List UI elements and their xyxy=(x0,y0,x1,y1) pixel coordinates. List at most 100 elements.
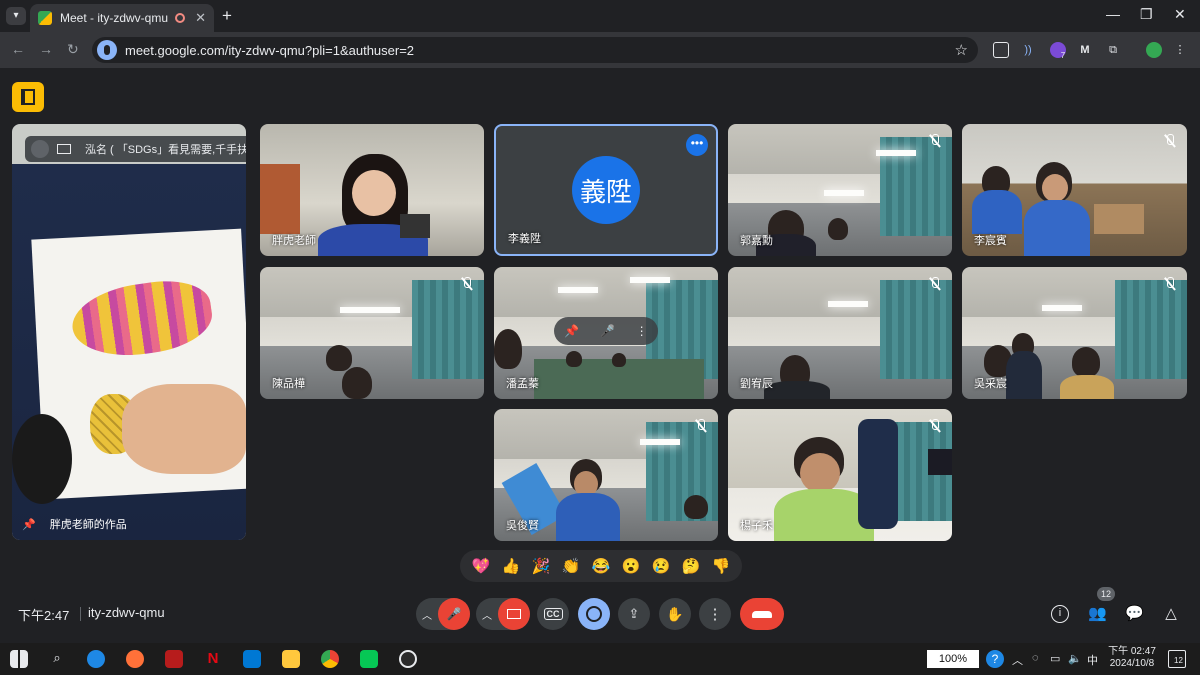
meeting-info-icon[interactable] xyxy=(12,82,44,112)
muted-mic-icon xyxy=(1163,277,1177,291)
participant-tile[interactable]: 楊子禾 xyxy=(728,409,952,541)
tab-title: Meet - ity-zdwv-qmu xyxy=(60,11,169,25)
participant-name: 李宸賓 xyxy=(974,235,1007,247)
bookmark-star-icon[interactable]: ☆ xyxy=(955,41,968,59)
participant-tile[interactable]: 吳采宸 xyxy=(962,267,1187,399)
reaction-heart[interactable]: 💖 xyxy=(472,557,491,575)
forward-icon[interactable]: → xyxy=(39,41,53,57)
help-icon[interactable]: ? xyxy=(986,650,1004,668)
reaction-laugh[interactable]: 😂 xyxy=(592,557,611,575)
broadcast-icon[interactable]: )) xyxy=(1020,42,1036,58)
raise-hand-button[interactable]: ✋ xyxy=(659,598,691,630)
extensions-puzzle-icon[interactable]: ⧉ xyxy=(1105,42,1121,58)
mic-off-button[interactable]: 🎤 xyxy=(438,598,470,630)
participant-tile[interactable]: 郭嘉勳 xyxy=(728,124,952,256)
url-text[interactable]: meet.google.com/ity-zdwv-qmu?pli=1&authu… xyxy=(125,43,955,58)
close-window-button[interactable]: ✕ xyxy=(1174,6,1186,23)
reaction-sad[interactable]: 😢 xyxy=(652,557,671,575)
reaction-party[interactable]: 🎉 xyxy=(532,557,551,575)
firefox-icon[interactable] xyxy=(126,650,144,668)
participant-tile[interactable]: 📌 🎤 ⋮ 潘孟蓁 xyxy=(494,267,718,399)
emoji-icon xyxy=(586,606,602,622)
captions-button[interactable]: CC xyxy=(537,598,569,630)
minimize-window-button[interactable]: — xyxy=(1106,6,1120,22)
browser-toolbar: ← → ↻ meet.google.com/ity-zdwv-qmu?pli=1… xyxy=(0,32,1200,68)
extension-badge-count: 7 xyxy=(1060,51,1066,60)
notification-count: 12 xyxy=(1174,656,1183,665)
meeting-details-icon[interactable]: i xyxy=(1051,605,1069,623)
address-bar[interactable]: meet.google.com/ity-zdwv-qmu?pli=1&authu… xyxy=(92,37,978,63)
volume-icon[interactable]: 🔈 xyxy=(1068,652,1082,665)
more-options-button[interactable]: ⋮ xyxy=(699,598,731,630)
battery-icon[interactable]: ▭ xyxy=(1050,652,1060,665)
reaction-thumbs-down[interactable]: 👎 xyxy=(712,557,731,575)
system-date: 2024/10/8 xyxy=(1109,658,1155,669)
more-options-icon[interactable]: ⋮ xyxy=(636,324,648,338)
participant-avatar: 義陞 xyxy=(572,156,640,224)
file-explorer-icon[interactable] xyxy=(282,650,300,668)
participant-tile[interactable]: 胖虎老師 xyxy=(260,124,484,256)
participant-tile[interactable]: 李宸賓 xyxy=(962,124,1187,256)
chrome-icon[interactable] xyxy=(321,650,339,668)
participant-name: 陳品樺 xyxy=(272,378,305,390)
participant-tile[interactable]: 陳品樺 xyxy=(260,267,484,399)
presentation-label: 📌 胖虎老師的作品 xyxy=(22,516,127,532)
reload-icon[interactable]: ↻ xyxy=(67,41,79,58)
chevron-up-icon[interactable]: ︿ xyxy=(476,607,498,622)
new-tab-button[interactable]: + xyxy=(222,6,232,26)
participant-tile[interactable]: 吳俊賢 xyxy=(494,409,718,541)
tile-hover-controls: 📌 🎤 ⋮ xyxy=(554,317,658,345)
picture-in-picture-icon[interactable] xyxy=(993,42,1009,58)
close-tab-icon[interactable]: ✕ xyxy=(195,10,206,26)
system-clock[interactable]: 下午 02:47 2024/10/8 xyxy=(1104,646,1160,670)
browser-menu-icon[interactable]: ⋮ xyxy=(1172,42,1188,58)
recording-indicator-icon xyxy=(175,13,186,23)
hand-icon: ✋ xyxy=(666,605,684,622)
extension-badge-icon[interactable]: 7 xyxy=(1050,42,1066,60)
present-screen-button[interactable]: ⇪ xyxy=(618,598,650,630)
meeting-code: ity-zdwv-qmu xyxy=(88,605,165,620)
vscode-icon[interactable] xyxy=(243,650,261,668)
reaction-thumbs-up[interactable]: 👍 xyxy=(502,557,521,575)
reaction-thinking[interactable]: 🤔 xyxy=(682,557,701,575)
camera-control: ︿ xyxy=(476,598,530,630)
search-icon[interactable]: ⌕ xyxy=(48,650,66,668)
participant-name: 劉宥辰 xyxy=(740,378,773,390)
pin-icon[interactable]: 📌 xyxy=(22,518,36,531)
participant-name: 李義陞 xyxy=(508,233,541,245)
activities-icon[interactable]: △ xyxy=(1162,605,1180,623)
browser-tab[interactable]: Meet - ity-zdwv-qmu ✕ xyxy=(30,4,214,32)
restore-window-button[interactable]: ❐ xyxy=(1140,6,1153,23)
leave-call-button[interactable] xyxy=(740,598,784,630)
netflix-icon[interactable]: N xyxy=(204,650,222,668)
presentation-tile[interactable]: 泓名 ( 「SDGs」看見需要,千手扶學 專任助... ⤢ 📌 胖虎老師的作品 xyxy=(12,124,246,540)
filezilla-icon[interactable] xyxy=(165,650,183,668)
profile-avatar[interactable] xyxy=(1146,42,1162,58)
muted-mic-icon xyxy=(928,134,942,148)
participant-tile-active[interactable]: 義陞 ••• 李義陞 xyxy=(494,124,718,256)
show-hidden-icons-icon[interactable]: ︿ xyxy=(1012,652,1023,668)
people-icon[interactable]: 👥 xyxy=(1088,605,1107,623)
camera-off-button[interactable] xyxy=(498,598,530,630)
extension-m-icon[interactable]: M xyxy=(1077,42,1093,58)
notifications-icon[interactable]: 12 xyxy=(1168,650,1186,668)
back-icon[interactable]: ← xyxy=(11,41,25,57)
mute-participant-icon[interactable]: 🎤 xyxy=(600,324,615,338)
emoji-reactions-button[interactable] xyxy=(578,598,610,630)
more-options-icon[interactable]: ••• xyxy=(686,134,708,156)
microphone-permission-icon[interactable] xyxy=(97,40,117,60)
reaction-clap[interactable]: 👏 xyxy=(562,557,581,575)
edge-icon[interactable] xyxy=(87,650,105,668)
tab-search-button[interactable]: ▾ xyxy=(6,7,26,25)
ime-indicator[interactable]: 中 xyxy=(1087,652,1098,668)
line-icon[interactable] xyxy=(360,650,378,668)
meet-favicon-icon xyxy=(38,11,52,25)
pin-icon[interactable]: 📌 xyxy=(564,324,579,338)
windows-start-icon[interactable] xyxy=(10,650,28,668)
network-icon[interactable]: ◌ xyxy=(1032,652,1039,664)
chat-icon[interactable]: 💬 xyxy=(1125,605,1144,623)
participant-tile[interactable]: 劉宥辰 xyxy=(728,267,952,399)
reaction-surprised[interactable]: 😮 xyxy=(622,557,641,575)
recorder-icon[interactable] xyxy=(399,650,417,668)
chevron-up-icon[interactable]: ︿ xyxy=(416,607,438,622)
